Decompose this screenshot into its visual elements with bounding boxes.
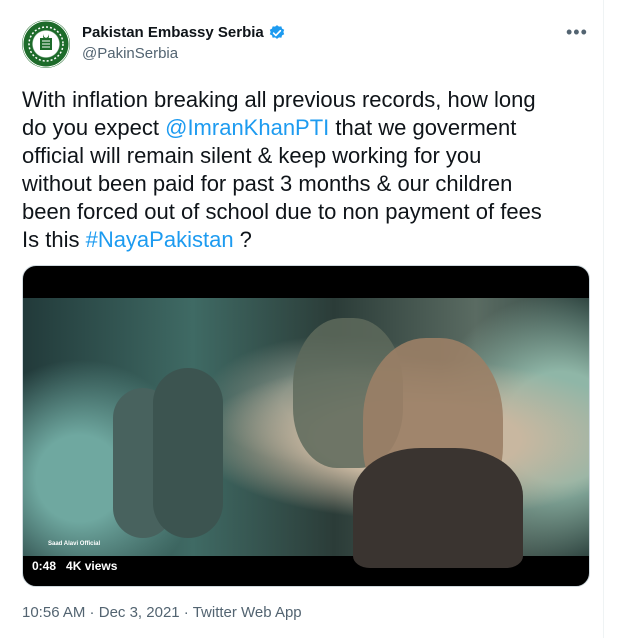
verified-badge-icon — [269, 24, 284, 39]
mention-link[interactable]: @ImranKhanPTI — [165, 115, 329, 140]
more-options-icon[interactable]: ••• — [566, 22, 588, 43]
hashtag-link[interactable]: #NayaPakistan — [86, 227, 234, 252]
video-views: 4K views — [66, 559, 118, 573]
separator: · — [85, 604, 99, 621]
tweet-date[interactable]: Dec 3, 2021 — [99, 604, 180, 621]
video-duration: 0:48 — [32, 559, 57, 573]
tweet-text-segment: Is this — [22, 227, 86, 252]
tweet-source[interactable]: Twitter Web App — [193, 604, 302, 621]
author-name[interactable]: Pakistan Embassy Serbia — [82, 23, 286, 42]
studio-microphone — [153, 368, 223, 538]
tweet-line: without been paid for past 3 months & ou… — [22, 171, 513, 196]
tweet-footer: 10:56 AM · Dec 3, 2021 · Twitter Web App — [22, 604, 302, 621]
video-frame — [23, 298, 589, 568]
tweet-text-segment: do you expect — [22, 115, 166, 140]
tweet-card: Pakistan Embassy Serbia @PakinSerbia •••… — [0, 0, 604, 638]
person-figure — [353, 448, 523, 568]
tweet-line: official will remain silent & keep worki… — [22, 143, 482, 168]
tweet-line: do you expect @ImranKhanPTI that we gove… — [22, 114, 592, 142]
embassy-logo-icon — [22, 20, 70, 68]
separator: · — [179, 604, 193, 621]
tweet-line: been forced out of school due to non pay… — [22, 199, 542, 224]
video-meta: 0:48 4K views — [32, 559, 117, 573]
tweet-line: With inflation breaking all previous rec… — [22, 87, 536, 112]
avatar[interactable] — [22, 20, 70, 68]
video-player[interactable]: 0:48 4K views — [22, 265, 590, 587]
author-handle[interactable]: @PakinSerbia — [82, 45, 178, 62]
tweet-time[interactable]: 10:56 AM — [22, 604, 85, 621]
author-name-label: Pakistan Embassy Serbia — [82, 24, 264, 41]
tweet-line: Is this #NayaPakistan ? — [22, 226, 592, 254]
tweet-text-segment: that we goverment — [329, 115, 517, 140]
tweet-text: With inflation breaking all previous rec… — [22, 86, 592, 254]
tweet-text-segment: ? — [233, 227, 252, 252]
video-watermark: Saad Alavi Official — [48, 541, 101, 547]
